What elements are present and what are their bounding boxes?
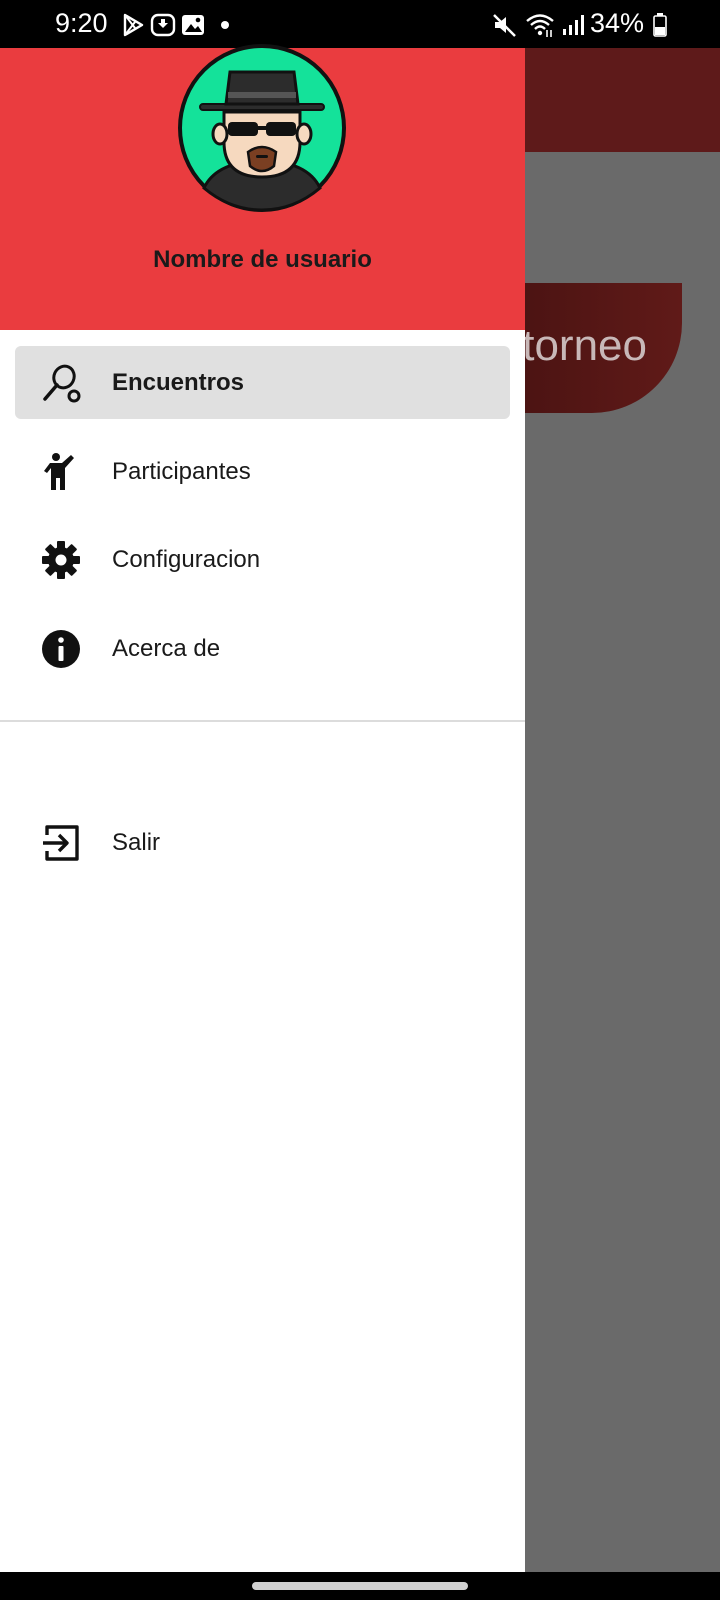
navigation-drawer: Nombre de usuario Encuentros Participant… <box>0 44 525 1572</box>
person-waving-icon <box>41 452 81 492</box>
menu-label-configuracion: Configuracion <box>112 546 261 573</box>
system-nav-bar <box>0 1572 720 1600</box>
menu-item-participantes[interactable]: Participantes <box>15 435 510 508</box>
menu-item-encuentros[interactable]: Encuentros <box>15 346 510 419</box>
drawer-header: Nombre de usuario <box>0 44 525 330</box>
play-store-icon <box>120 12 146 38</box>
user-avatar-icon[interactable] <box>176 42 348 214</box>
wifi-icon <box>525 12 555 38</box>
menu-label-participantes: Participantes <box>112 458 251 485</box>
status-time: 9:20 <box>55 8 108 38</box>
menu-label-encuentros: Encuentros <box>112 369 245 396</box>
racket-icon <box>41 363 81 403</box>
menu-label-salir: Salir <box>112 829 161 856</box>
logout-icon <box>41 823 81 863</box>
downloader-icon <box>150 12 176 38</box>
signal-icon <box>560 12 586 38</box>
tournament-card-label: torneo <box>522 321 647 370</box>
menu-item-configuracion[interactable]: Configuracion <box>15 523 510 596</box>
home-gesture-handle[interactable] <box>252 1582 468 1590</box>
screen: 9:20 34% torneo Nombre de usuario Encuen… <box>0 0 720 1600</box>
menu-item-salir[interactable]: Salir <box>15 806 510 879</box>
user-name: Nombre de usuario <box>153 246 372 273</box>
battery-percent: 34% <box>590 8 645 38</box>
gear-icon <box>41 540 81 580</box>
menu-label-acerca-de: Acerca de <box>112 635 221 662</box>
menu-divider <box>0 720 525 722</box>
notification-dot-icon <box>215 12 241 38</box>
menu-item-acerca-de[interactable]: Acerca de <box>15 612 510 685</box>
gallery-icon <box>180 12 206 38</box>
status-bar: 9:20 34% <box>0 0 720 48</box>
battery-icon <box>652 12 668 38</box>
mute-icon <box>492 12 518 38</box>
info-icon <box>41 629 81 669</box>
